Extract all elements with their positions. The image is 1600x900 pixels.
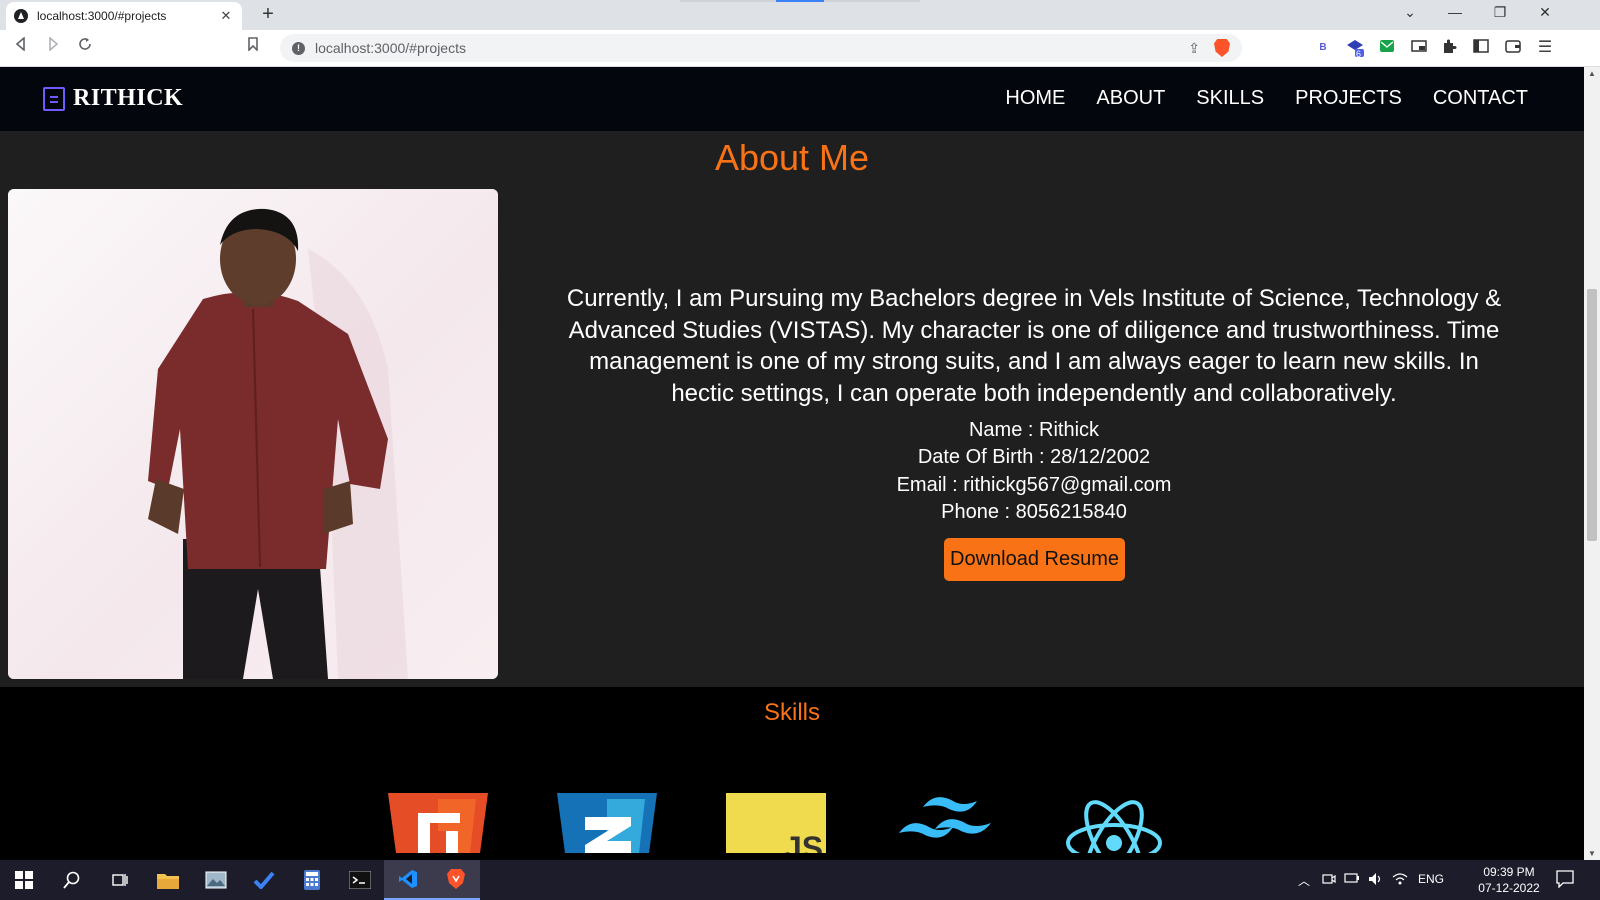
drag-indicator [680,0,920,2]
about-paragraph: Currently, I am Pursuing my Bachelors de… [566,285,1502,407]
restore-button[interactable]: ❐ [1488,4,1512,21]
brand-name: RITHICK [73,85,184,111]
brave-browser-icon[interactable] [432,860,480,900]
scroll-down-icon[interactable]: ▼ [1584,849,1600,858]
mail-extension-icon[interactable] [1378,39,1396,57]
info-phone: Phone : 8056215840 [941,501,1127,523]
web-page: RITHICK HOME ABOUT SKILLS PROJECTS CONTA… [0,67,1584,860]
clock[interactable]: 09:39 PM 07-12-2022 [1476,864,1542,896]
minimize-button[interactable]: — [1443,4,1467,20]
address-bar[interactable]: ! localhost:3000/#projects ⇪ [280,34,1242,62]
tab-search-icon[interactable]: ⌄ [1398,4,1422,21]
vscode-icon[interactable] [384,860,432,900]
tailwind-icon [895,793,995,858]
task-view-icon[interactable] [96,860,144,900]
scroll-up-icon[interactable]: ▲ [1584,69,1600,78]
show-hidden-icons-icon[interactable]: ︿ [1298,872,1310,889]
picture-in-picture-icon[interactable] [1410,39,1428,57]
back-icon[interactable] [10,36,32,56]
profile-photo [8,189,498,679]
site-navbar: RITHICK HOME ABOUT SKILLS PROJECTS CONTA… [0,67,1584,131]
share-icon[interactable]: ⇪ [1188,40,1200,57]
nav-skills[interactable]: SKILLS [1196,87,1264,110]
bookmark-icon[interactable] [242,37,264,56]
extension-badge-count: 6 [1356,49,1362,59]
page-scrollbar[interactable]: ▲ ▼ [1584,67,1600,860]
extensions-puzzle-icon[interactable] [1440,39,1458,57]
search-icon[interactable] [48,860,96,900]
reload-icon[interactable] [74,37,96,56]
js-label: JS [784,830,823,853]
download-resume-button[interactable]: Download Resume [944,538,1125,581]
language-indicator[interactable]: ENG [1418,872,1444,886]
scrollbar-thumb[interactable] [1587,289,1597,541]
browser-tab[interactable]: localhost:3000/#projects ✕ [6,2,242,30]
site-info-icon[interactable]: ! [292,41,305,55]
nav-about[interactable]: ABOUT [1096,87,1165,110]
notifications-icon[interactable] [1556,870,1574,891]
info-dob: Date Of Birth : 28/12/2002 [917,446,1151,468]
skills-heading: Skills [763,699,820,726]
html5-icon [388,793,488,858]
wifi-icon[interactable] [1392,872,1408,889]
javascript-icon: JS [726,793,826,860]
new-tab-button[interactable]: + [256,3,280,26]
forward-icon[interactable] [42,36,64,56]
battery-icon[interactable] [1344,872,1360,887]
calculator-icon[interactable] [288,860,336,900]
brand-logo[interactable]: RITHICK [43,85,183,112]
meet-now-icon[interactable] [1322,872,1336,889]
clock-date: 07-12-2022 [1478,881,1540,895]
brand-document-icon [43,86,65,111]
nav-contact[interactable]: CONTACT [1433,87,1528,110]
css3-icon [557,793,657,858]
site-favicon-icon [14,9,28,23]
nav-projects[interactable]: PROJECTS [1295,87,1402,110]
extension-b-icon[interactable]: B [1314,39,1332,57]
browser-tab-bar: localhost:3000/#projects ✕ + ⌄ — ❐ ✕ [0,0,1600,30]
close-window-button[interactable]: ✕ [1533,4,1557,21]
react-icon [1064,793,1164,860]
brave-shields-icon[interactable] [1214,39,1230,57]
nav-home[interactable]: HOME [1005,87,1065,110]
sidebar-icon[interactable] [1472,39,1490,57]
menu-icon[interactable]: ☰ [1536,39,1554,57]
extension-badge-icon[interactable]: 6 [1346,39,1364,59]
terminal-icon[interactable] [336,860,384,900]
photos-app-icon[interactable] [192,860,240,900]
todo-app-icon[interactable] [240,860,288,900]
about-heading: About Me [714,137,870,178]
clock-time: 09:39 PM [1483,865,1535,879]
close-tab-icon[interactable]: ✕ [218,8,234,24]
windows-start-icon[interactable] [0,860,48,900]
wallet-icon[interactable] [1504,39,1522,57]
info-email: Email : rithickg567@gmail.com [896,474,1172,496]
info-name: Name : Rithick [968,419,1100,441]
url-text[interactable]: localhost:3000/#projects [315,40,1188,56]
volume-icon[interactable] [1368,872,1384,889]
nav-links: HOME ABOUT SKILLS PROJECTS CONTACT [1005,87,1528,110]
file-explorer-icon[interactable] [144,860,192,900]
tab-title: localhost:3000/#projects [37,9,167,23]
skills-section: Skills JS [0,687,1584,860]
windows-taskbar: ︿ ENG 09:39 PM 07-12-2022 [0,860,1600,900]
browser-toolbar: ! localhost:3000/#projects ⇪ B 6 ☰ [0,30,1600,67]
